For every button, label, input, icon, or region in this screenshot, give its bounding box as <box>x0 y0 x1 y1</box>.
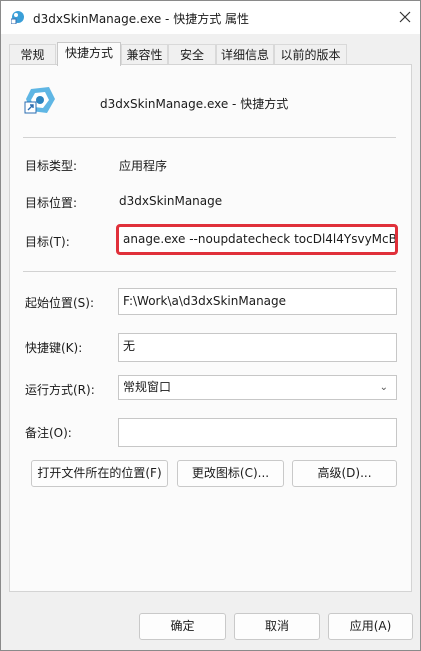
target-type-value: 应用程序 <box>119 159 168 173</box>
title-bar: d3dxSkinManage.exe - 快捷方式 属性 <box>1 1 420 34</box>
shortcut-key-label: 快捷键(K): <box>25 341 83 355</box>
tab-previous-versions[interactable]: 以前的版本 <box>274 44 347 64</box>
run-label: 运行方式(R): <box>25 383 95 397</box>
ok-button[interactable]: 确定 <box>139 613 226 640</box>
separator <box>23 271 396 272</box>
tab-strip: 常规 快捷方式 兼容性 安全 详细信息 以前的版本 <box>1 42 420 66</box>
separator <box>23 137 396 138</box>
tab-compatibility[interactable]: 兼容性 <box>121 44 168 64</box>
run-select[interactable]: 常规窗口 ⌄ <box>118 375 397 400</box>
shortcut-panel <box>9 64 412 592</box>
target-location-label: 目标位置: <box>25 196 78 210</box>
comment-label: 备注(O): <box>25 426 72 440</box>
shortcut-name: d3dxSkinManage.exe - 快捷方式 <box>100 97 289 111</box>
start-in-label: 起始位置(S): <box>25 296 95 310</box>
properties-dialog: d3dxSkinManage.exe - 快捷方式 属性 常规 快捷方式 兼容性… <box>0 0 421 651</box>
run-select-value: 常规窗口 <box>123 380 172 394</box>
chevron-down-icon: ⌄ <box>379 382 388 393</box>
advanced-button[interactable]: 高级(D)... <box>292 460 397 487</box>
target-input[interactable]: anage.exe --noupdatecheck tocDl4l4YsvyMc… <box>116 224 398 255</box>
start-in-input[interactable]: F:\Work\a\d3dxSkinManage <box>118 288 397 315</box>
close-button[interactable] <box>395 7 415 27</box>
window-title: d3dxSkinManage.exe - 快捷方式 属性 <box>33 12 250 26</box>
shortcut-app-icon <box>24 87 55 114</box>
tab-security[interactable]: 安全 <box>168 44 216 64</box>
tab-details[interactable]: 详细信息 <box>216 44 274 64</box>
tab-shortcut[interactable]: 快捷方式 <box>57 42 121 66</box>
close-icon <box>399 11 411 23</box>
shortcut-key-input[interactable]: 无 <box>118 333 397 362</box>
cancel-button[interactable]: 取消 <box>234 613 320 640</box>
app-shortcut-icon <box>11 11 24 24</box>
comment-input[interactable] <box>118 418 397 447</box>
change-icon-button[interactable]: 更改图标(C)... <box>177 460 284 487</box>
apply-button[interactable]: 应用(A) <box>328 613 413 640</box>
open-file-location-button[interactable]: 打开文件所在的位置(F) <box>31 460 168 487</box>
target-label: 目标(T): <box>25 235 70 249</box>
target-location-value: d3dxSkinManage <box>119 194 223 208</box>
tab-general[interactable]: 常规 <box>9 44 56 64</box>
target-type-label: 目标类型: <box>25 159 78 173</box>
